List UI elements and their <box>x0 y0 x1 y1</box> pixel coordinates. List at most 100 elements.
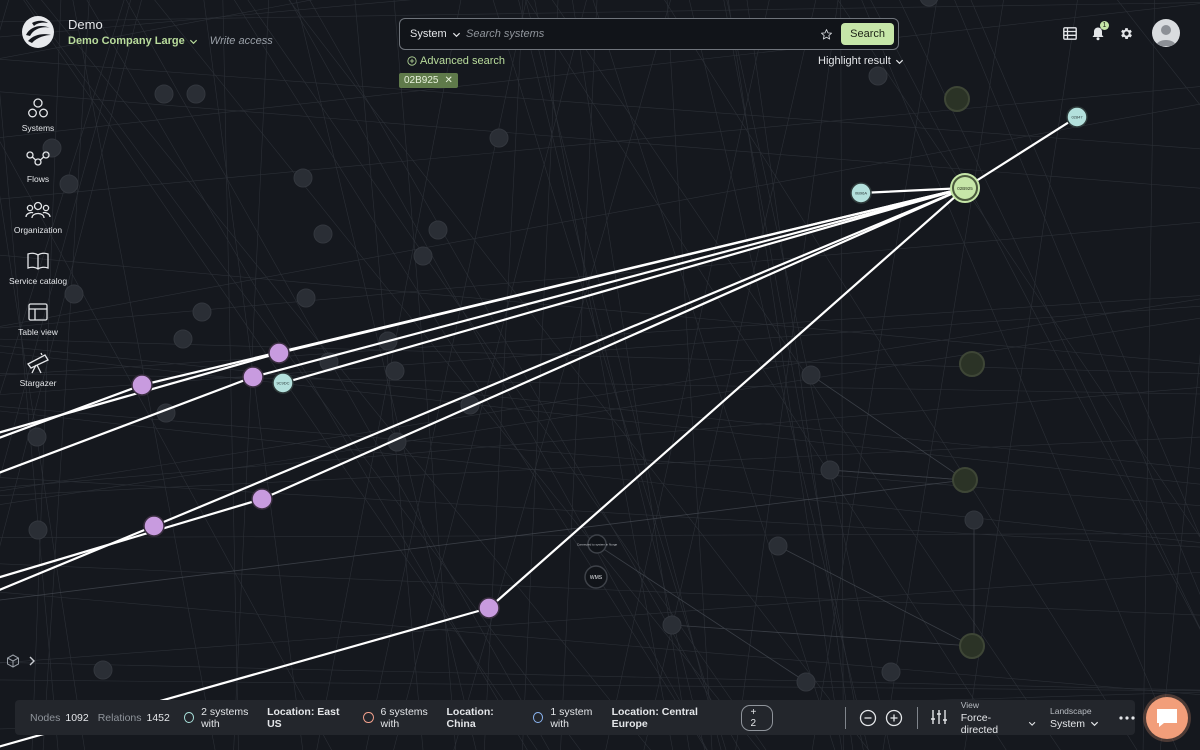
sidebar-item-stargazer[interactable]: Stargazer <box>0 352 76 403</box>
org-select[interactable]: Demo Company Large <box>68 35 198 47</box>
location-color-ring <box>363 712 374 723</box>
dimmed-node[interactable] <box>293 168 313 188</box>
layout-icon <box>28 303 48 321</box>
dimmed-node[interactable] <box>952 467 978 493</box>
dimmed-edge <box>671 624 973 647</box>
highlight-result-dropdown[interactable]: Highlight result <box>818 55 904 67</box>
background-edge <box>0 59 1200 150</box>
search-input[interactable] <box>466 19 816 49</box>
location-prefix: 6 systems with <box>380 705 428 730</box>
dimmed-node[interactable] <box>959 351 985 377</box>
dimmed-node[interactable] <box>313 224 333 244</box>
app-logo-icon[interactable] <box>20 14 56 50</box>
user-icon <box>1156 25 1176 46</box>
location-filter-east-us[interactable]: 2 systems with Location: East US <box>183 705 349 730</box>
sidebar-nav: Systems Flows Organization Service catal… <box>0 97 76 403</box>
location-key: Location: China <box>446 705 494 730</box>
purple-node[interactable] <box>131 374 153 396</box>
sidebar-item-systems[interactable]: Systems <box>0 97 76 148</box>
sidebar-item-table-view[interactable]: Table view <box>0 301 76 352</box>
cube-icon[interactable] <box>6 654 20 668</box>
chat-bubble-icon <box>1157 709 1177 727</box>
more-options-icon[interactable] <box>1119 715 1135 720</box>
dimmed-node[interactable] <box>868 66 888 86</box>
background-edge <box>0 103 1200 327</box>
sidebar-item-service-catalog[interactable]: Service catalog <box>0 250 76 301</box>
dimmed-edge <box>829 469 966 481</box>
purple-node[interactable] <box>251 488 273 510</box>
avatar[interactable] <box>1152 19 1180 47</box>
dimmed-node[interactable] <box>192 302 212 322</box>
purple-node[interactable] <box>143 515 165 537</box>
view-select[interactable]: View Force-directed <box>961 700 1036 736</box>
sliders-icon[interactable] <box>930 708 948 728</box>
relations-value: 1452 <box>146 711 170 724</box>
dimmed-node[interactable] <box>959 633 985 659</box>
node-label-top-right: 02847 <box>1071 115 1083 120</box>
dimmed-node[interactable] <box>27 427 47 447</box>
landscape-select[interactable]: Landscape System <box>1050 706 1099 730</box>
sidebar-item-label: Service catalog <box>8 276 68 286</box>
background-edge <box>666 0 713 750</box>
background-edge <box>882 0 1004 750</box>
dimmed-node[interactable] <box>964 510 984 530</box>
dimmed-node[interactable] <box>881 662 901 682</box>
favorite-star-icon[interactable] <box>815 23 837 45</box>
sidebar-item-flows[interactable]: Flows <box>0 148 76 199</box>
people-icon <box>25 201 51 219</box>
search-button[interactable]: Search <box>841 23 894 45</box>
dimmed-node[interactable] <box>28 520 48 540</box>
dimmed-node[interactable] <box>93 660 113 680</box>
highlighted-edge <box>0 524 156 591</box>
background-edge <box>0 345 1200 469</box>
org-name: Demo Company Large <box>68 35 185 47</box>
dimmed-node[interactable] <box>428 220 448 240</box>
search-scope-select[interactable]: System <box>400 28 466 40</box>
background-edge <box>1159 353 1200 750</box>
purple-node[interactable] <box>478 597 500 619</box>
location-color-ring <box>183 712 195 723</box>
background-edge <box>837 0 1200 538</box>
close-icon[interactable]: ✕ <box>444 75 452 86</box>
dimmed-node[interactable] <box>796 672 816 692</box>
dimmed-node[interactable] <box>296 288 316 308</box>
dimmed-node[interactable] <box>768 536 788 556</box>
background-edge <box>727 0 843 750</box>
background-edge <box>0 661 1200 691</box>
more-locations-button[interactable]: + 2 <box>741 704 773 731</box>
chevron-down-icon <box>452 32 460 37</box>
network-graph[interactable]: 02B925 02847 0B96A 9C9DC WMS Connected to sys… <box>0 0 1200 750</box>
location-prefix: 2 systems with <box>201 705 249 730</box>
connected-node-label: Connected to system in Norge <box>577 543 618 547</box>
background-edge <box>41 0 651 750</box>
purple-node[interactable] <box>268 342 290 364</box>
dimmed-node[interactable] <box>173 329 193 349</box>
zoom-out-icon[interactable] <box>859 709 877 727</box>
dimmed-node[interactable] <box>919 0 939 7</box>
dimmed-node[interactable] <box>186 84 206 104</box>
location-key: Location: Central Europe <box>611 705 698 730</box>
dimmed-node[interactable] <box>385 361 405 381</box>
background-edge <box>309 0 741 750</box>
purple-node[interactable] <box>242 366 264 388</box>
gear-icon[interactable] <box>1112 19 1140 47</box>
divider <box>917 706 919 729</box>
zoom-in-icon[interactable] <box>885 709 903 727</box>
dimmed-node[interactable] <box>944 86 970 112</box>
notifications-button[interactable]: 1 <box>1084 19 1112 47</box>
wms-node-label: WMS <box>590 575 603 581</box>
advanced-search-link[interactable]: Advanced search <box>407 55 505 67</box>
sidebar-item-label: Systems <box>21 123 55 133</box>
dimmed-node[interactable] <box>801 365 821 385</box>
dimmed-node[interactable] <box>662 615 682 635</box>
chevron-right-icon[interactable] <box>28 655 36 667</box>
dimmed-node[interactable] <box>154 84 174 104</box>
location-filter-china[interactable]: 6 systems with Location: China <box>363 706 519 730</box>
table-icon[interactable] <box>1056 19 1084 47</box>
chat-button[interactable] <box>1146 697 1188 739</box>
dimmed-node[interactable] <box>489 128 509 148</box>
dimmed-node[interactable] <box>820 460 840 480</box>
dimmed-node[interactable] <box>413 246 433 266</box>
location-filter-central-europe[interactable]: 1 system with Location: Central Europe <box>533 706 726 730</box>
sidebar-item-organization[interactable]: Organization <box>0 199 76 250</box>
